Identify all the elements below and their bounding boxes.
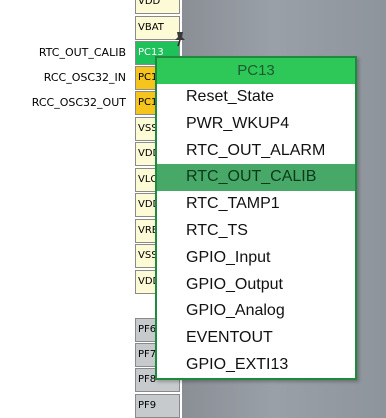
popup-title: PC13 [157,58,355,84]
function-menu: Reset_State PWR_WKUP4 RTC_OUT_ALARM RTC_… [157,84,355,379]
menu-item-rtc-out-alarm[interactable]: RTC_OUT_ALARM [157,138,355,165]
signal-label-pc13: RTC_OUT_CALIB [38,46,126,59]
menu-item-gpio-output[interactable]: GPIO_Output [157,272,355,299]
signal-label-pc15: RCC_OSC32_OUT [31,96,126,109]
menu-item-rtc-ts[interactable]: RTC_TS [157,218,355,245]
menu-item-gpio-analog[interactable]: GPIO_Analog [157,298,355,325]
pin-pf9[interactable]: PF9 [135,394,180,418]
menu-item-rtc-out-calib[interactable]: RTC_OUT_CALIB [157,164,355,192]
menu-item-gpio-exti13[interactable]: GPIO_EXTI13 [157,352,355,379]
signal-label-pc14: RCC_OSC32_IN [43,71,126,84]
menu-item-eventout[interactable]: EVENTOUT [157,325,355,352]
menu-item-gpio-input[interactable]: GPIO_Input [157,245,355,272]
menu-item-pwr-wkup4[interactable]: PWR_WKUP4 [157,111,355,138]
menu-item-rtc-tamp1[interactable]: RTC_TAMP1 [157,191,355,218]
menu-item-reset-state[interactable]: Reset_State [157,84,355,111]
pin-vdd-top[interactable]: VDD [135,0,180,14]
pin-function-popup: PC13 Reset_State PWR_WKUP4 RTC_OUT_ALARM… [155,56,357,380]
pushpin-icon [175,32,185,47]
